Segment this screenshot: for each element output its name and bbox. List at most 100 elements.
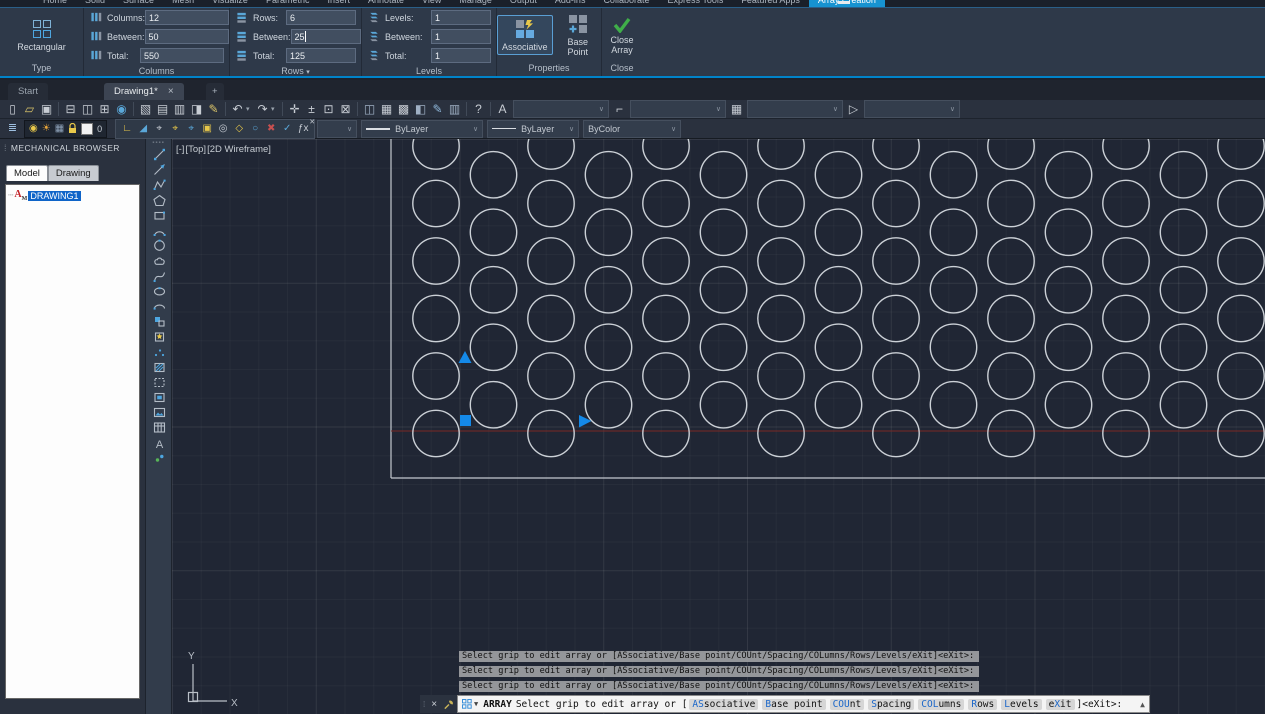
model-space[interactable]: YX (172, 139, 1265, 714)
new-tab-icon[interactable]: + (206, 83, 224, 100)
linetype-combo[interactable]: ByLayer ∨ (487, 119, 580, 138)
help-icon[interactable]: ? (470, 101, 487, 118)
snap-lock-icon[interactable]: ▣ (199, 120, 215, 137)
array-circle[interactable] (1102, 237, 1150, 285)
zoom-extents-icon[interactable]: ⊠ (337, 101, 354, 118)
array-circle[interactable] (872, 139, 920, 170)
array-circle[interactable] (469, 323, 518, 372)
array-circle[interactable] (1159, 380, 1208, 429)
zoom-realtime-icon[interactable]: ± (303, 101, 320, 118)
rows-between--input[interactable] (290, 29, 361, 44)
copy-icon[interactable]: ▤ (154, 101, 171, 118)
array-circle[interactable] (1044, 265, 1093, 314)
array-circle[interactable] (1159, 323, 1208, 372)
osnap-midpoint-icon[interactable]: ⌖ (167, 120, 183, 137)
array-circle[interactable] (987, 409, 1035, 458)
array-circle[interactable] (1102, 139, 1150, 170)
columns-columns--input[interactable] (145, 10, 230, 25)
array-circle[interactable] (757, 179, 805, 228)
array-circle[interactable] (814, 208, 863, 257)
browser-tab-model[interactable]: Model (6, 165, 48, 181)
panel-grip-icon[interactable]: ⁞ (4, 143, 7, 153)
array-circle[interactable] (642, 139, 690, 170)
pan-icon[interactable]: ✛ (286, 101, 303, 118)
array-circle[interactable] (757, 352, 805, 400)
tree-item-drawing1[interactable]: ┄ AM DRAWING1 (8, 189, 137, 202)
array-circle[interactable] (1159, 265, 1208, 314)
tool-polygon[interactable] (146, 193, 172, 208)
tool-raster-image[interactable] (146, 405, 172, 420)
ribbon-tab-insert[interactable]: Insert (318, 0, 359, 7)
ribbon-tab-add-ins[interactable]: Add-ins (546, 0, 595, 7)
table-style-icon[interactable]: ▦ (728, 101, 745, 118)
dim-style-icon[interactable]: ⌐ (611, 101, 628, 118)
array-circle[interactable] (987, 179, 1035, 228)
array-circle[interactable] (1102, 352, 1150, 400)
tool-ellipse[interactable] (146, 284, 172, 299)
columns-between--input[interactable] (144, 29, 229, 44)
plot-icon[interactable]: ⊞ (96, 101, 113, 118)
array-circle[interactable] (412, 409, 460, 458)
array-circle[interactable] (469, 150, 518, 199)
mleader-style-combo[interactable]: ∨ (864, 100, 960, 118)
text-style-combo[interactable]: ∨ (513, 100, 609, 118)
close-tab-icon[interactable]: × (168, 86, 174, 97)
calculator-icon[interactable]: ▥ (446, 101, 463, 118)
recent-commands-icon[interactable]: ▼ (474, 700, 478, 708)
zoom-window-icon[interactable]: ⊡ (320, 101, 337, 118)
cmd-option-base-point[interactable]: Base point (762, 698, 826, 710)
paste-icon[interactable]: ▥ (171, 101, 188, 118)
drag-handle-icon[interactable]: ⁞ (423, 700, 425, 709)
tool-multiple-points[interactable] (146, 344, 172, 359)
array-circle[interactable] (527, 352, 575, 400)
array-circle[interactable] (412, 294, 460, 343)
redo-dropdown-icon[interactable]: ▾ (271, 105, 279, 113)
command-line[interactable]: ▼ ARRAY Select grip to edit array or [ A… (457, 695, 1150, 713)
ribbon-tab-solid[interactable]: Solid (76, 0, 114, 7)
array-circle[interactable] (1102, 409, 1150, 458)
tool-circle[interactable] (146, 238, 172, 253)
array-circle[interactable] (929, 380, 978, 429)
sun-icon[interactable]: ☀ (42, 123, 51, 134)
ribbon-tab-collaborate[interactable]: Collaborate (594, 0, 658, 7)
array-circle[interactable] (1044, 323, 1093, 372)
minimize-ribbon-icon[interactable] (838, 1, 850, 4)
tool-spline[interactable] (146, 269, 172, 284)
edit-icon[interactable]: ✎ (205, 101, 222, 118)
tool-hatch[interactable] (146, 360, 172, 375)
array-circle[interactable] (699, 323, 748, 372)
levels-levels--input[interactable] (431, 10, 491, 25)
array-circle[interactable] (584, 265, 633, 314)
array-circle[interactable] (987, 352, 1035, 400)
array-boundary[interactable] (390, 139, 1265, 479)
plotstyle-combo[interactable]: ByColor ∨ (583, 119, 682, 138)
tool-ellipse-arc[interactable] (146, 299, 172, 314)
array-circle[interactable] (987, 237, 1035, 285)
array-circle[interactable] (757, 139, 805, 170)
array-circle[interactable] (412, 139, 460, 170)
array-circle[interactable] (814, 150, 863, 199)
ribbon-tab-surface[interactable]: Surface (114, 0, 163, 7)
array-circle[interactable] (584, 150, 633, 199)
cmd-option-exit[interactable]: eXit (1045, 698, 1075, 710)
ribbon-tab-home[interactable]: Home (34, 0, 76, 7)
palette-grip-icon[interactable]: ▪▪▪▪ (146, 139, 171, 147)
layer-grid-icon[interactable]: ▦ (55, 123, 64, 134)
columns-total--input[interactable] (140, 48, 224, 63)
tool-rectangle[interactable] (146, 208, 172, 223)
command-bar-handle[interactable]: ⁞ × (420, 695, 457, 713)
array-circle[interactable] (1044, 150, 1093, 199)
tool-insert-block[interactable] (146, 314, 172, 329)
array-circle[interactable] (699, 265, 748, 314)
array-circle[interactable] (814, 323, 863, 372)
tool-line[interactable] (146, 147, 172, 162)
array-circle[interactable] (872, 294, 920, 343)
array-circle[interactable] (757, 294, 805, 343)
ribbon-tab-featured-apps[interactable]: Featured Apps (732, 0, 809, 7)
draw-order-icon[interactable]: ◧ (412, 101, 429, 118)
osnap-endpoint-icon[interactable]: ⌖ (151, 120, 167, 137)
cmd-option-columns[interactable]: COLumns (918, 698, 965, 710)
osnap-quadrant-icon[interactable]: ◇ (231, 120, 247, 137)
tool-revision-cloud[interactable] (146, 253, 172, 268)
array-circle[interactable] (527, 237, 575, 285)
